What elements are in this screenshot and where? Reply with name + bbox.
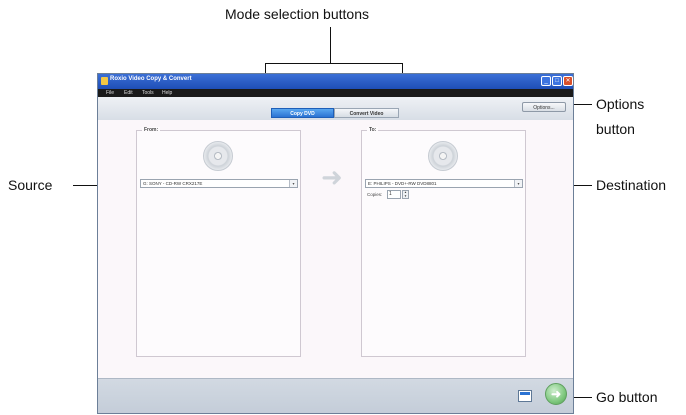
close-button[interactable]: ✕ [563,76,573,86]
source-drive-value: G: SONY - CD-RW CRX217E [143,181,203,186]
bottom-bar: ➜ [98,378,573,413]
destination-disc-icon [428,141,458,171]
source-panel: From: G: SONY - CD-RW CRX217E ▾ [136,127,301,357]
destination-drive-select[interactable]: E: PHILIPS - DVD+-RW DVD8801 ▾ [365,179,523,188]
mode-toolbar: Copy DVD Convert Video Options... [98,97,573,121]
main-content: From: G: SONY - CD-RW CRX217E ▾ ➜ To: E:… [98,120,573,378]
maximize-button[interactable]: □ [552,76,562,86]
chevron-down-icon[interactable]: ▾ [514,180,522,187]
menu-bar: File Edit Tools Help [98,89,573,97]
options-callout-line1: Options [596,96,645,112]
copies-input[interactable]: 1 [387,190,401,199]
chevron-down-icon[interactable]: ▾ [289,180,297,187]
menu-edit[interactable]: Edit [124,89,133,97]
source-drive-select[interactable]: G: SONY - CD-RW CRX217E ▾ [140,179,298,188]
app-window: Roxio Video Copy & Convert _ □ ✕ File Ed… [97,73,574,414]
source-disc-icon [203,141,233,171]
go-button[interactable]: ➜ [545,383,567,405]
go-icon: ➜ [550,387,562,401]
menu-tools[interactable]: Tools [142,89,154,97]
tab-convert-video[interactable]: Convert Video [334,108,399,118]
destination-panel: To: E: PHILIPS - DVD+-RW DVD8801 ▾ Copie… [361,127,526,357]
arrow-right-icon: ➜ [321,162,343,192]
mode-selection-callout: Mode selection buttons [225,6,369,22]
options-button[interactable]: Options... [522,102,566,112]
go-button-callout: Go button [596,389,658,405]
source-callout: Source [8,177,53,193]
minimize-button[interactable]: _ [541,76,551,86]
tab-copy-dvd[interactable]: Copy DVD [271,108,334,118]
options-callout-line2: button [596,121,635,137]
window-title: Roxio Video Copy & Convert [110,76,192,82]
media-icon[interactable] [518,390,532,402]
title-bar[interactable]: Roxio Video Copy & Convert _ □ ✕ [98,74,573,89]
destination-drive-value: E: PHILIPS - DVD+-RW DVD8801 [368,181,437,186]
copies-label: Copies: [367,192,383,197]
source-panel-title: From: [142,127,161,133]
mode-callout-bracket [265,63,403,64]
destination-panel-title: To: [367,127,379,133]
destination-callout: Destination [596,177,667,193]
menu-file[interactable]: File [106,89,114,97]
menu-help[interactable]: Help [162,89,172,97]
app-icon [101,77,108,85]
mode-callout-stem [330,27,331,63]
copies-stepper[interactable]: ▲ ▼ [402,190,409,199]
